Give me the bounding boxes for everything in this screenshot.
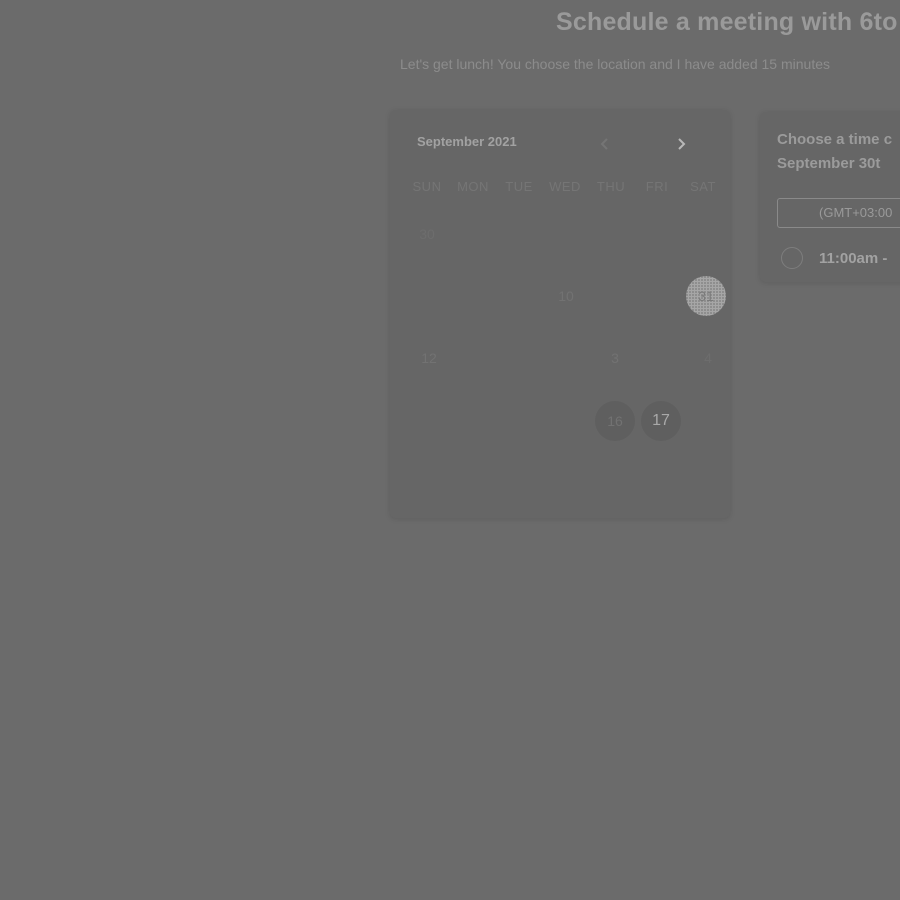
next-month-button[interactable]: [669, 132, 693, 156]
page-subtitle: Let's get lunch! You choose the location…: [400, 56, 830, 72]
day-cell[interactable]: 4: [688, 338, 728, 378]
calendar-card: September 2021 SUN MON TUE WED THU FRI S…: [390, 110, 730, 518]
month-label: September 2021: [417, 134, 517, 149]
time-slot[interactable]: 11:00am -: [781, 247, 887, 269]
day-cell[interactable]: 30: [407, 214, 447, 254]
prev-month-button[interactable]: [593, 132, 617, 156]
day-cell[interactable]: 12: [409, 338, 449, 378]
weekday-mon: MON: [457, 179, 489, 194]
chevron-right-icon: [678, 138, 686, 150]
timezone-select[interactable]: (GMT+03:00: [777, 198, 900, 228]
today-day[interactable]: 17: [641, 401, 681, 441]
weekday-sun: SUN: [412, 179, 442, 194]
time-panel-heading: Choose a time c September 30t: [777, 128, 892, 176]
day-cell[interactable]: 16: [595, 401, 635, 441]
page-title: Schedule a meeting with 6to: [556, 8, 898, 36]
day-cell[interactable]: 10: [546, 276, 586, 316]
weekday-wed: WED: [549, 179, 581, 194]
chevron-left-icon: [600, 138, 608, 150]
weekday-tue: TUE: [505, 179, 533, 194]
time-panel: Choose a time c September 30t (GMT+03:00…: [760, 112, 900, 282]
time-heading-line2: September 30t: [777, 155, 881, 172]
time-heading-line1: Choose a time c: [777, 131, 893, 148]
weekday-thu: THU: [596, 179, 626, 194]
time-slot-label: 11:00am -: [819, 249, 888, 267]
day-cell[interactable]: 3: [595, 338, 635, 378]
scheduler-page: Schedule a meeting with 6to Let's get lu…: [0, 0, 900, 900]
radio-icon[interactable]: [781, 247, 803, 269]
weekday-fri: FRI: [645, 179, 669, 194]
weekday-sat: SAT: [690, 179, 716, 194]
selected-day[interactable]: 31: [686, 276, 726, 316]
